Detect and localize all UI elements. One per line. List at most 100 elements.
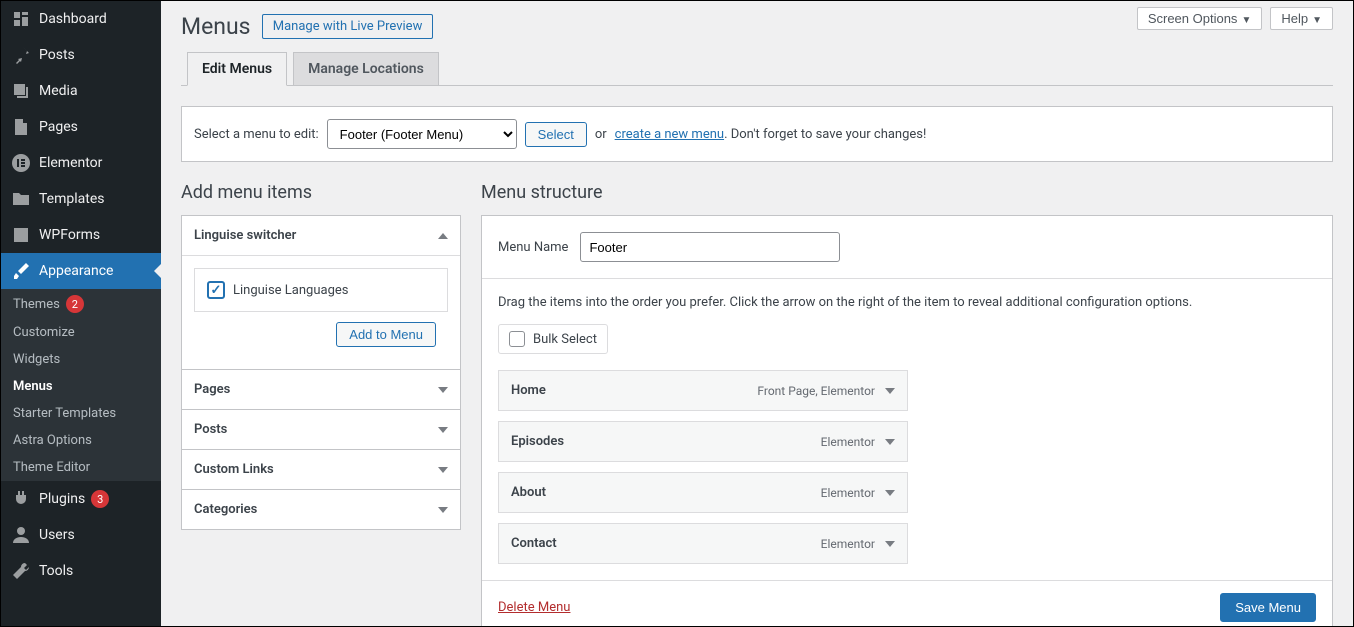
- wrench-icon: [11, 561, 31, 581]
- chevron-down-icon: ▼: [1312, 15, 1322, 26]
- sidebar-item-pages[interactable]: Pages: [1, 109, 161, 145]
- metabox-toggle[interactable]: Categories: [182, 490, 460, 529]
- tab-manage-locations[interactable]: Manage Locations: [293, 52, 439, 85]
- delete-menu-link[interactable]: Delete Menu: [498, 600, 570, 615]
- menu-name-input[interactable]: [580, 232, 840, 262]
- linguise-languages-checkbox-row[interactable]: ✓ Linguise Languages: [194, 268, 448, 312]
- nav-tabs: Edit Menus Manage Locations: [181, 52, 1333, 86]
- sidebar-item-plugins[interactable]: Plugins 3: [1, 481, 161, 517]
- menu-item-type: Front Page, Elementor: [757, 384, 875, 398]
- chevron-up-icon: [438, 233, 448, 239]
- metabox-toggle[interactable]: Custom Links: [182, 450, 460, 489]
- sidebar-item-dashboard[interactable]: Dashboard: [1, 1, 161, 37]
- add-to-menu-button[interactable]: Add to Menu: [336, 322, 436, 347]
- metabox-custom-links: Custom Links: [181, 449, 461, 490]
- update-badge: 2: [66, 295, 84, 313]
- menu-item-title: Episodes: [511, 434, 564, 449]
- page-title: Menus: [181, 1, 251, 44]
- sidebar-item-label: Tools: [39, 563, 73, 579]
- menu-items-list: Home Front Page, Elementor Episodes Elem…: [498, 370, 908, 564]
- menu-item[interactable]: Home Front Page, Elementor: [498, 370, 908, 411]
- sidebar-item-appearance[interactable]: Appearance: [1, 253, 161, 289]
- media-icon: [11, 81, 31, 101]
- help-label: Help: [1281, 11, 1308, 26]
- sidebar-item-label: Posts: [39, 47, 75, 63]
- metabox-title: Linguise switcher: [194, 228, 296, 243]
- elementor-icon: [11, 153, 31, 173]
- chevron-down-icon: [438, 387, 448, 393]
- save-menu-button[interactable]: Save Menu: [1220, 593, 1316, 622]
- sidebar-item-templates[interactable]: Templates: [1, 181, 161, 217]
- screen-options-button[interactable]: Screen Options▼: [1137, 7, 1263, 30]
- metabox-posts: Posts: [181, 409, 461, 450]
- menu-item[interactable]: Episodes Elementor: [498, 421, 908, 462]
- submenu-label: Starter Templates: [13, 406, 116, 421]
- sidebar-item-label: WPForms: [39, 227, 100, 243]
- sidebar-item-label: Elementor: [39, 155, 102, 171]
- select-menu-label: Select a menu to edit:: [194, 127, 319, 142]
- menu-item-title: About: [511, 485, 546, 500]
- submenu-themes[interactable]: Themes 2: [1, 289, 161, 319]
- help-button[interactable]: Help ▼: [1270, 7, 1333, 30]
- menu-item[interactable]: Contact Elementor: [498, 523, 908, 564]
- menu-item-title: Home: [511, 383, 546, 398]
- chevron-down-icon[interactable]: [885, 490, 895, 496]
- menu-select-dropdown[interactable]: Footer (Footer Menu): [327, 119, 517, 149]
- sidebar-item-wpforms[interactable]: WPForms: [1, 217, 161, 253]
- add-items-heading: Add menu items: [181, 182, 461, 203]
- page-icon: [11, 117, 31, 137]
- chevron-down-icon: [438, 427, 448, 433]
- sidebar-item-tools[interactable]: Tools: [1, 553, 161, 589]
- sidebar-item-label: Media: [39, 83, 78, 99]
- plug-icon: [11, 489, 31, 509]
- metabox-toggle[interactable]: Posts: [182, 410, 460, 449]
- submenu-label: Widgets: [13, 352, 60, 367]
- select-button[interactable]: Select: [525, 122, 587, 147]
- submenu-widgets[interactable]: Widgets: [1, 346, 161, 373]
- sidebar-item-label: Pages: [39, 119, 78, 135]
- chevron-down-icon[interactable]: [885, 388, 895, 394]
- metabox-title: Pages: [194, 382, 230, 397]
- menu-item[interactable]: About Elementor: [498, 472, 908, 513]
- form-icon: [11, 225, 31, 245]
- metabox-pages: Pages: [181, 369, 461, 410]
- create-new-menu-link[interactable]: create a new menu: [615, 127, 724, 142]
- sidebar-item-users[interactable]: Users: [1, 517, 161, 553]
- submenu-astra-options[interactable]: Astra Options: [1, 427, 161, 454]
- sidebar-item-elementor[interactable]: Elementor: [1, 145, 161, 181]
- submenu-menus[interactable]: Menus: [1, 373, 161, 400]
- checkbox-label: Linguise Languages: [233, 283, 349, 298]
- tab-edit-menus[interactable]: Edit Menus: [187, 52, 287, 86]
- or-text: or: [595, 127, 607, 142]
- chevron-down-icon[interactable]: [885, 439, 895, 445]
- submenu-label: Menus: [13, 379, 53, 394]
- submenu-theme-editor[interactable]: Theme Editor: [1, 454, 161, 481]
- sidebar-item-label: Appearance: [39, 263, 113, 279]
- metabox-linguise: Linguise switcher ✓ Linguise Languages A…: [181, 215, 461, 370]
- metabox-toggle[interactable]: Linguise switcher: [182, 216, 460, 256]
- sidebar-item-media[interactable]: Media: [1, 73, 161, 109]
- metabox-toggle[interactable]: Pages: [182, 370, 460, 409]
- menu-structure-heading: Menu structure: [481, 182, 1333, 203]
- checkbox-icon: [509, 331, 525, 347]
- menu-edit-panel: Menu Name Drag the items into the order …: [481, 215, 1333, 626]
- manage-live-preview-button[interactable]: Manage with Live Preview: [262, 14, 434, 39]
- main-content: Screen Options▼ Help ▼ Menus Manage with …: [161, 1, 1353, 626]
- submenu-starter-templates[interactable]: Starter Templates: [1, 400, 161, 427]
- sidebar-item-posts[interactable]: Posts: [1, 37, 161, 73]
- metabox-title: Custom Links: [194, 462, 274, 477]
- menu-select-bar: Select a menu to edit: Footer (Footer Me…: [181, 106, 1333, 162]
- bulk-select-toggle[interactable]: Bulk Select: [498, 324, 608, 354]
- metabox-title: Categories: [194, 502, 257, 517]
- appearance-submenu: Themes 2 Customize Widgets Menus Starter…: [1, 289, 161, 481]
- chevron-down-icon[interactable]: [885, 541, 895, 547]
- drag-instructions: Drag the items into the order you prefer…: [498, 295, 1316, 310]
- checkbox-checked-icon: ✓: [207, 281, 225, 299]
- menu-structure-column: Menu structure Menu Name Drag the items …: [481, 182, 1333, 626]
- folder-icon: [11, 189, 31, 209]
- brush-icon: [11, 261, 31, 281]
- add-menu-items-column: Add menu items Linguise switcher ✓ Lingu…: [181, 182, 461, 626]
- screen-options-label: Screen Options: [1148, 11, 1238, 26]
- submenu-customize[interactable]: Customize: [1, 319, 161, 346]
- submenu-label: Themes: [13, 297, 60, 312]
